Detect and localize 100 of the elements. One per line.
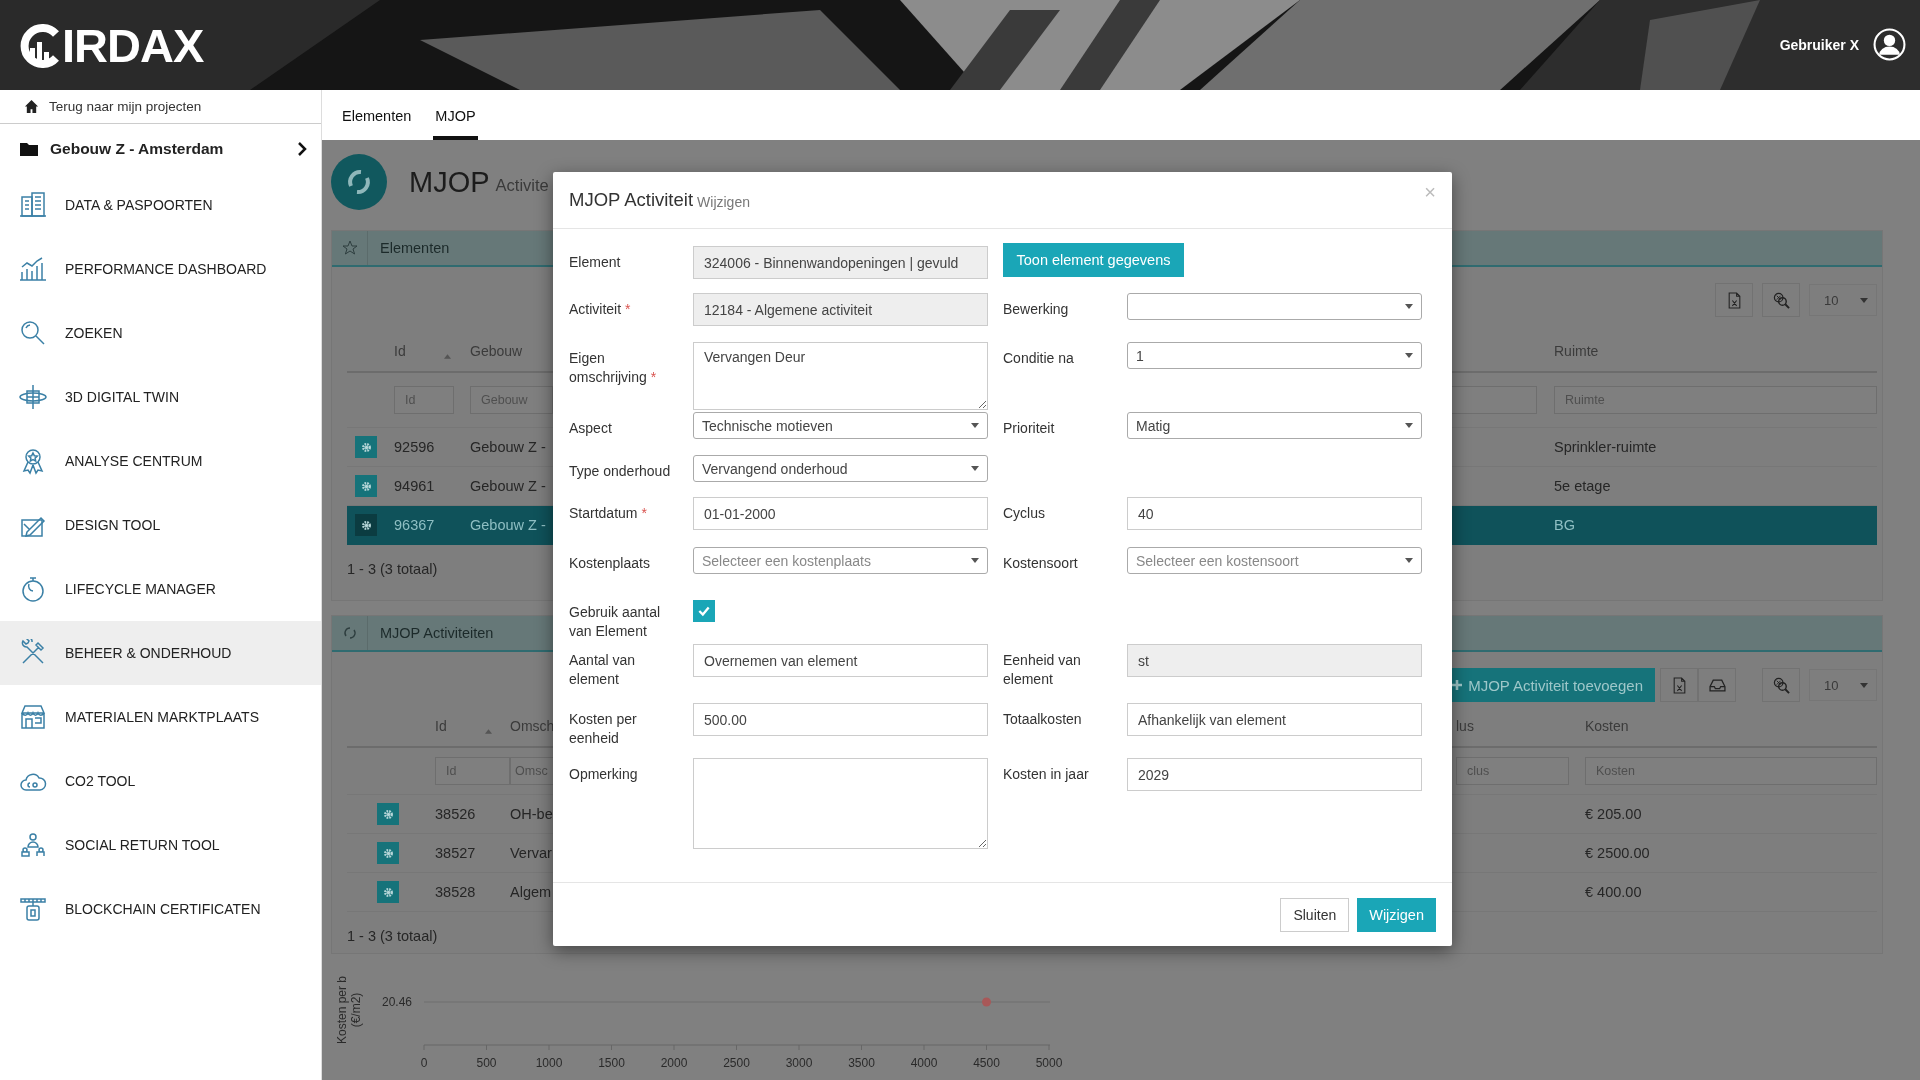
dropdown[interactable]: Selecteer een kostenplaats <box>693 547 988 574</box>
field-label: Startdatum * <box>569 504 648 523</box>
field-label: Kosten per eenheid <box>569 710 638 748</box>
field-label: Element <box>569 253 622 272</box>
sidebar-item[interactable]: PERFORMANCE DASHBOARD <box>0 237 321 301</box>
page-subtitle: Activite <box>495 175 549 195</box>
row-settings-button[interactable] <box>355 436 377 458</box>
field-label: Cyclus <box>1003 504 1046 523</box>
sidebar-item[interactable]: BEHEER & ONDERHOUD <box>0 621 321 685</box>
row-settings-button[interactable] <box>377 842 399 864</box>
gear-icon <box>381 807 395 821</box>
clear-search-icon <box>1772 291 1790 309</box>
caret-icon <box>971 558 979 563</box>
caret-icon <box>1860 682 1868 688</box>
caret-icon <box>1860 297 1868 303</box>
brand-name: IRDAX <box>62 22 204 70</box>
text-field[interactable]: Overnemen van element <box>693 644 988 677</box>
table-cell-text: 94961 <box>394 478 436 494</box>
y-axis-label: Kosten per b (€/m2) <box>335 976 363 1044</box>
row-settings-button[interactable] <box>355 475 377 497</box>
field-label: Aantal van element <box>569 651 637 689</box>
sidebar-item[interactable]: LIFECYCLE MANAGER <box>0 557 321 621</box>
field-label: Kosten in jaar <box>1003 765 1090 784</box>
sort-arrow-icon[interactable] <box>443 353 451 359</box>
sidebar-item[interactable]: MATERIALEN MARKTPLAATS <box>0 685 321 749</box>
x-tick-label: 500 <box>476 1056 497 1070</box>
caret-icon <box>1405 423 1413 428</box>
field-label: Bewerking <box>1003 300 1070 319</box>
chevron-right-icon[interactable] <box>297 141 307 156</box>
text-field[interactable]: 500.00 <box>693 703 988 736</box>
coin-icon <box>19 895 47 923</box>
inbox-button[interactable] <box>1698 668 1736 702</box>
caret-icon <box>1405 353 1413 358</box>
chart-icon <box>19 255 47 283</box>
field-label: Aspect <box>569 419 613 438</box>
tab[interactable]: Elementen <box>340 108 414 140</box>
export-excel-button[interactable] <box>1715 283 1753 317</box>
row-settings-button[interactable] <box>355 514 377 536</box>
sidebar-item[interactable]: DATA & PASPOORTEN <box>0 173 321 237</box>
people-icon <box>19 831 47 859</box>
text-area[interactable]: Vervangen Deur <box>693 342 988 410</box>
project-name[interactable]: Gebouw Z - Amsterdam <box>50 139 285 158</box>
field-label: Kostenplaats <box>569 554 651 573</box>
sidebar-item[interactable]: CO2 TOOL <box>0 749 321 813</box>
field-label: Eenheid van element <box>1003 651 1082 689</box>
table-cell-text: 38527 <box>435 845 477 861</box>
sidebar-item[interactable]: BLOCKCHAIN CERTIFICATEN <box>0 877 321 941</box>
dropdown[interactable]: 1 <box>1127 342 1422 369</box>
x-tick-label: 5000 <box>1035 1056 1062 1070</box>
text-field[interactable]: Afhankelijk van element <box>1127 703 1422 736</box>
cube-orbit-icon <box>19 383 47 411</box>
text-field[interactable]: 2029 <box>1127 758 1422 791</box>
panel-title: Elementen <box>379 240 450 256</box>
table-cell: Vervar <box>510 845 553 861</box>
store-icon <box>19 703 47 731</box>
logo-icon <box>20 24 60 68</box>
table-cell-text: € 205.00 <box>1585 806 1643 822</box>
y-value-label: 20.46 <box>381 995 412 1009</box>
field-label: Eigen omschrijving * <box>569 349 658 387</box>
text-field[interactable]: 01-01-2000 <box>693 497 988 530</box>
table-cell-text: 38526 <box>435 806 477 822</box>
table-footer: 1 - 3 (3 totaal) <box>347 912 438 960</box>
page-title: MJOP <box>409 165 490 199</box>
dropdown[interactable]: Selecteer een kostensoort <box>1127 547 1422 574</box>
sidebar-item[interactable]: 3D DIGITAL TWIN <box>0 365 321 429</box>
clear-filter-button[interactable] <box>1762 668 1800 702</box>
x-tick-label: 2500 <box>723 1056 750 1070</box>
modal-subtitle: Wijzigen <box>697 194 750 210</box>
caret-icon <box>971 466 979 471</box>
row-settings-button[interactable] <box>377 803 399 825</box>
text-field[interactable]: 40 <box>1127 497 1422 530</box>
sidebar-item[interactable]: ANALYSE CENTRUM <box>0 429 321 493</box>
field-label: Totaalkosten <box>1003 710 1083 729</box>
dropdown[interactable]: Vervangend onderhoud <box>693 455 988 482</box>
table-cell-text: 92596 <box>394 439 436 455</box>
field-label: Kostensoort <box>1003 554 1079 573</box>
clear-filter-button[interactable] <box>1762 283 1800 317</box>
caret-icon <box>971 423 979 428</box>
back-link[interactable]: Terug naar mijn projecten <box>49 99 202 114</box>
user-avatar-icon[interactable] <box>1873 28 1906 61</box>
row-settings-button[interactable] <box>377 881 399 903</box>
close-dialog-button[interactable]: Sluiten <box>1280 897 1350 932</box>
checkbox[interactable] <box>693 600 715 622</box>
dropdown[interactable]: Matig <box>1127 412 1422 439</box>
export-excel-button[interactable] <box>1660 668 1698 702</box>
caret-icon <box>1405 558 1413 563</box>
panel-title: MJOP Activiteiten <box>379 625 494 641</box>
x-tick-label: 1500 <box>598 1056 625 1070</box>
field-label: Type onderhoud <box>569 462 672 481</box>
sort-arrow-icon[interactable] <box>484 728 492 734</box>
sidebar-item[interactable]: SOCIAL RETURN TOOL <box>0 813 321 877</box>
dropdown[interactable]: Technische motieven <box>693 412 988 439</box>
star-icon <box>341 240 358 256</box>
home-icon[interactable] <box>24 99 39 114</box>
table-cell-text: Sprinkler-ruimte <box>1554 439 1658 455</box>
x-tick-label: 2000 <box>660 1056 688 1070</box>
sidebar-item[interactable]: DESIGN TOOL <box>0 493 321 557</box>
sidebar-item[interactable]: ZOEKEN <box>0 301 321 365</box>
user-name[interactable]: Gebruiker X <box>1779 36 1859 53</box>
dropdown[interactable] <box>1127 293 1422 320</box>
